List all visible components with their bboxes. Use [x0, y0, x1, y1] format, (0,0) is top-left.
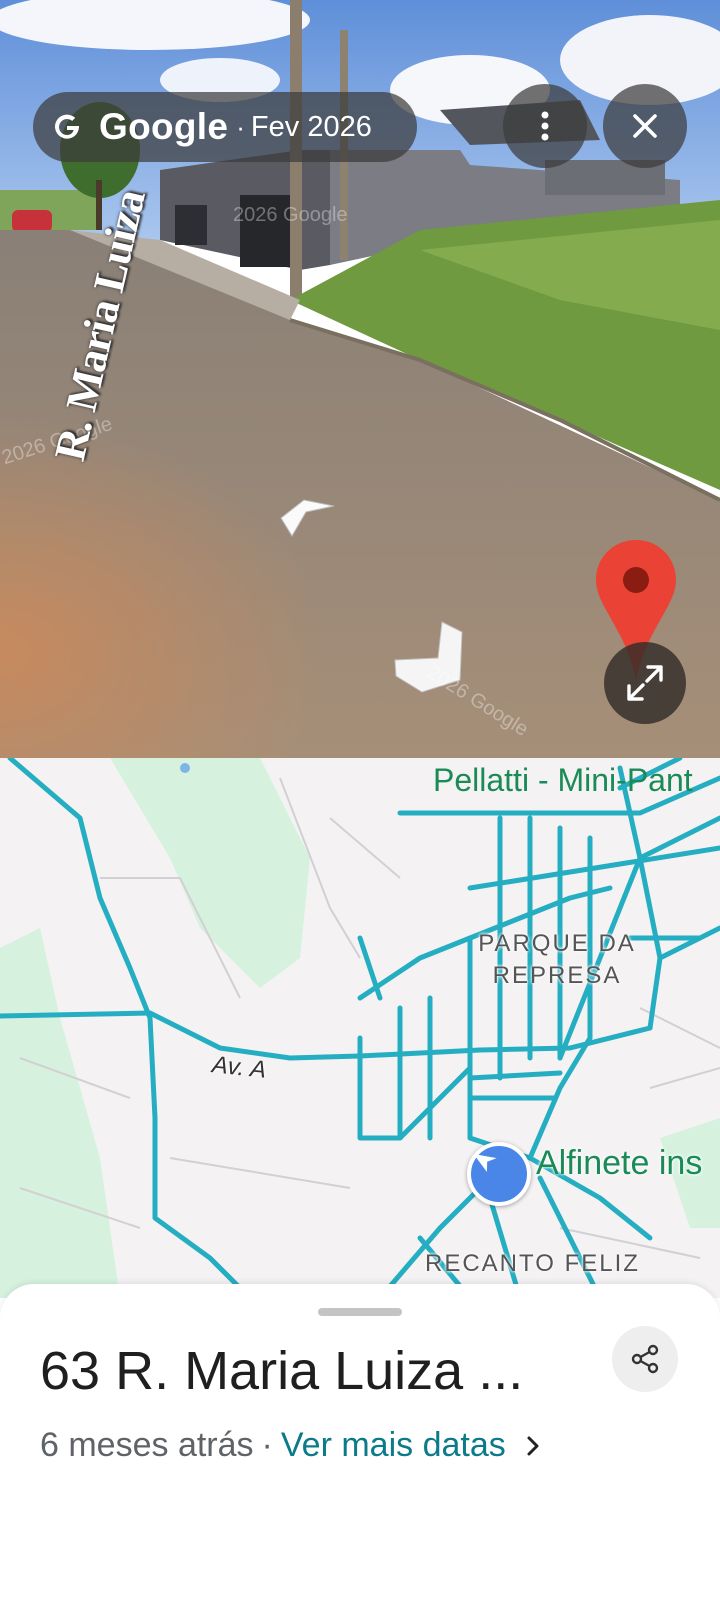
neighborhood-label: PARQUE DA REPRESA — [472, 928, 642, 992]
separator-dot: · — [236, 111, 245, 142]
dropped-pin-label[interactable]: Alfinete ins — [536, 1144, 702, 1183]
imagery-date-pill[interactable]: Google · Fev 2026 — [33, 92, 417, 162]
more-options-button[interactable] — [503, 84, 587, 168]
neighborhood-label: RECANTO FELIZ — [425, 1250, 640, 1277]
close-icon — [633, 114, 657, 138]
share-icon — [631, 1344, 659, 1374]
expand-button[interactable] — [604, 642, 686, 724]
road-label: Av. A — [210, 1051, 268, 1084]
imagery-age: 6 meses atrás — [40, 1426, 254, 1464]
separator-dot: · — [261, 1426, 273, 1464]
see-more-dates-link[interactable]: Ver mais datas — [281, 1426, 506, 1465]
expand-icon — [627, 665, 663, 701]
map-canvas — [0, 758, 720, 1298]
google-g-icon — [55, 114, 79, 139]
street-view-panel[interactable]: 2026 Google 2026 Google 2026 Google R. M… — [0, 0, 720, 758]
location-marker[interactable] — [467, 1142, 531, 1206]
imagery-age-row: 6 meses atrás · Ver mais datas — [40, 1426, 540, 1465]
close-button[interactable] — [603, 84, 687, 168]
imagery-date: Fev 2026 — [250, 110, 372, 143]
drag-handle[interactable] — [318, 1308, 402, 1316]
share-button[interactable] — [612, 1326, 678, 1392]
map-panel[interactable]: Pellatti - Mini-Pant PARQUE DA REPRESA A… — [0, 758, 720, 1298]
more-vert-icon — [541, 111, 549, 141]
place-title: 63 R. Maria Luiza ... — [40, 1341, 524, 1401]
navigation-arrow-icon — [473, 1154, 497, 1173]
google-brand: Google — [99, 106, 229, 147]
neighborhood-label-line: REPRESA — [492, 962, 622, 989]
neighborhood-label-line: PARQUE DA — [478, 930, 636, 957]
bottom-sheet[interactable]: 63 R. Maria Luiza ... 6 meses atrás · Ve… — [0, 1284, 720, 1600]
chevron-right-icon[interactable] — [526, 1435, 540, 1457]
poi-label[interactable]: Pellatti - Mini-Pant — [433, 762, 693, 799]
watermark: 2026 Google — [233, 204, 348, 226]
